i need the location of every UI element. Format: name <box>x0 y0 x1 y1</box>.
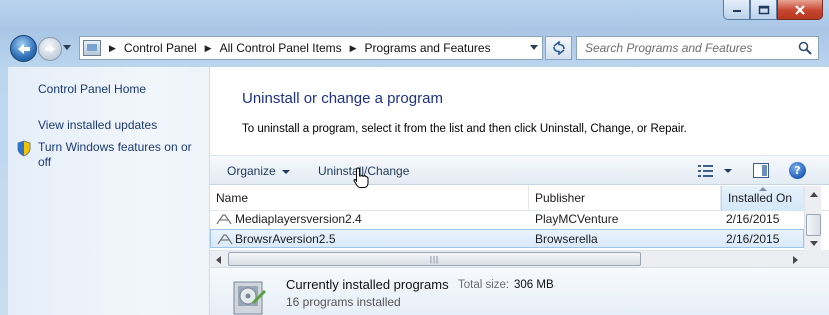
command-bar: Organize Uninstall/Change ? <box>210 155 829 185</box>
forward-arrow-icon <box>45 45 55 53</box>
chevron-down-icon <box>281 169 290 174</box>
views-dropdown-icon[interactable] <box>724 169 732 173</box>
scrollbar-corner <box>804 250 829 267</box>
arrow-down-icon <box>809 241 818 246</box>
address-bar[interactable]: ▶ Control Panel ▶ All Control Panel Item… <box>79 36 543 60</box>
back-arrow-icon <box>17 43 30 54</box>
horizontal-scroll-thumb[interactable]: ||| <box>228 252 641 266</box>
refresh-icon <box>552 41 565 55</box>
organize-label: Organize <box>227 164 276 178</box>
breadcrumb-separator[interactable]: ▶ <box>109 43 116 54</box>
table-row[interactable]: Mediaplayersversion2.4 PlayMCVenture 2/1… <box>210 210 804 229</box>
search-icon[interactable] <box>798 41 812 55</box>
control-panel-home-link[interactable]: Control Panel Home <box>38 82 146 97</box>
help-icon[interactable]: ? <box>789 162 806 179</box>
search-box[interactable]: Search Programs and Features <box>576 36 819 60</box>
vertical-scrollbar[interactable] <box>804 186 821 252</box>
scroll-left-button[interactable] <box>210 251 227 268</box>
program-name: BrowsrAversion2.5 <box>235 232 336 246</box>
close-button[interactable] <box>777 0 823 20</box>
program-publisher: PlayMCVenture <box>535 212 619 226</box>
program-installed-on: 2/16/2015 <box>726 232 780 246</box>
scroll-up-button[interactable] <box>805 186 822 203</box>
details-pane: Currently installed programs Total size:… <box>210 267 829 315</box>
column-header-installed-on[interactable]: Installed On <box>721 186 804 211</box>
program-list-header: Name Publisher Installed On <box>210 186 829 211</box>
program-name: Mediaplayersversion2.4 <box>235 212 362 226</box>
preview-pane-icon[interactable] <box>753 163 769 178</box>
program-icon <box>217 234 233 245</box>
recent-pages-dropdown-icon[interactable] <box>63 45 71 50</box>
view-installed-updates-link[interactable]: View installed updates <box>38 118 157 133</box>
search-placeholder: Search Programs and Features <box>585 41 753 55</box>
caption-buttons <box>723 0 823 22</box>
program-publisher: Browserella <box>535 232 598 246</box>
details-title: Currently installed programs <box>286 277 449 292</box>
page-title: Uninstall or change a program <box>242 90 443 107</box>
program-icon <box>216 214 232 225</box>
programs-count: 16 programs installed <box>286 295 401 309</box>
arrow-right-icon <box>793 255 798 264</box>
column-header-name[interactable]: Name <box>210 186 529 211</box>
vertical-scroll-thumb[interactable] <box>806 214 821 236</box>
scroll-right-button[interactable] <box>787 251 804 268</box>
horizontal-scrollbar[interactable]: ||| <box>210 250 804 267</box>
column-header-installed-on-label: Installed On <box>728 191 793 205</box>
minimize-button[interactable] <box>723 0 750 20</box>
sort-ascending-icon <box>758 187 767 191</box>
address-dropdown-icon[interactable] <box>530 45 538 50</box>
breadcrumb-all-items[interactable]: All Control Panel Items <box>220 41 342 55</box>
close-icon <box>795 4 805 15</box>
organize-button[interactable]: Organize <box>227 164 290 178</box>
hand-cursor-icon <box>353 167 369 188</box>
programs-disk-icon <box>233 281 266 315</box>
breadcrumb-programs-features[interactable]: Programs and Features <box>365 41 491 55</box>
views-icon[interactable] <box>698 165 714 177</box>
minimize-icon <box>732 9 741 12</box>
breadcrumb-separator[interactable]: ▶ <box>205 43 212 54</box>
main-content: Uninstall or change a program To uninsta… <box>210 67 829 315</box>
arrow-up-icon <box>809 192 818 197</box>
control-panel-icon <box>83 40 101 56</box>
breadcrumb-separator[interactable]: ▶ <box>350 43 357 54</box>
tasks-pane: Control Panel Home View installed update… <box>8 67 210 315</box>
maximize-icon <box>758 5 769 14</box>
column-header-publisher[interactable]: Publisher <box>529 186 721 211</box>
turn-windows-features-link[interactable]: Turn Windows features on or off <box>38 140 206 170</box>
page-description: To uninstall a program, select it from t… <box>242 123 687 135</box>
navigation-bar: ▶ Control Panel ▶ All Control Panel Item… <box>0 33 829 63</box>
maximize-button[interactable] <box>750 0 777 20</box>
program-installed-on: 2/16/2015 <box>726 212 780 226</box>
window-frame: ▶ Control Panel ▶ All Control Panel Item… <box>0 0 829 315</box>
shield-icon <box>17 140 31 157</box>
forward-button[interactable] <box>38 37 62 61</box>
arrow-left-icon <box>216 255 221 264</box>
back-button[interactable] <box>10 35 37 62</box>
refresh-button[interactable] <box>545 36 572 60</box>
table-row-selected[interactable]: BrowsrAversion2.5 Browserella 2/16/2015 <box>210 229 804 248</box>
total-size-value: 306 MB <box>514 279 554 291</box>
total-size-label: Total size: <box>458 279 510 291</box>
breadcrumb-control-panel[interactable]: Control Panel <box>124 41 197 55</box>
